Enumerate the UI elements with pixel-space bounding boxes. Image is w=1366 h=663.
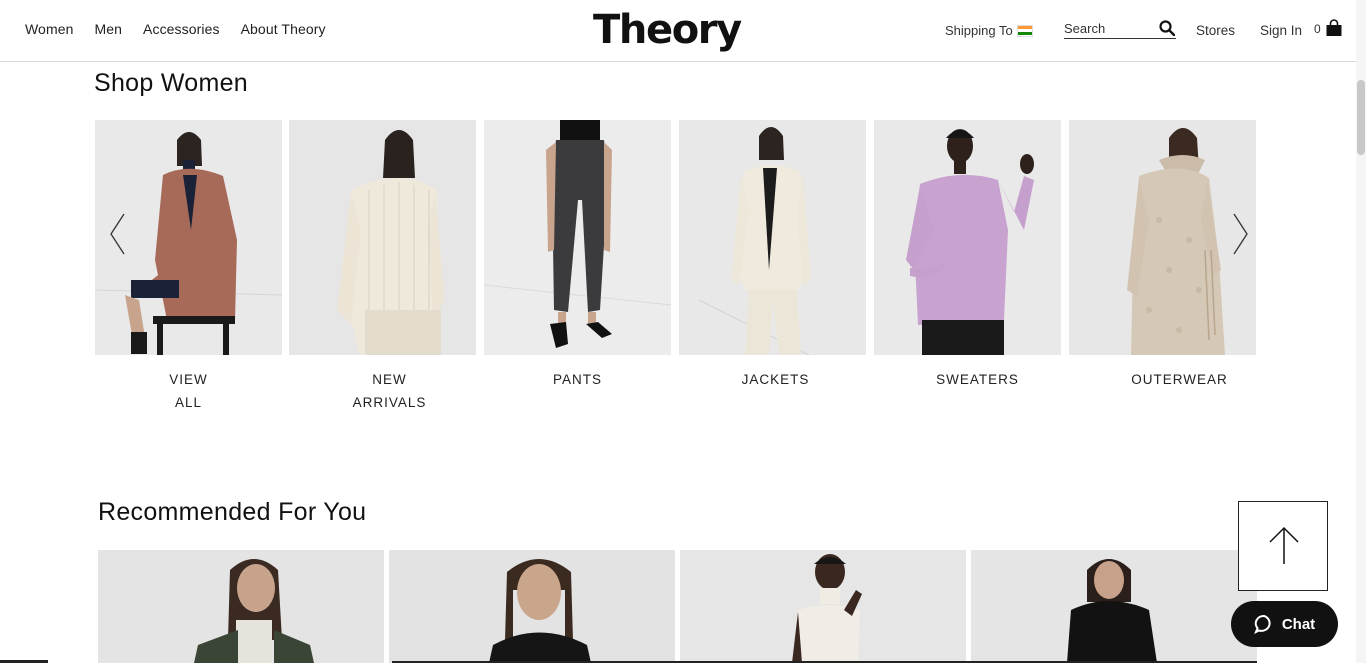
category-card-jackets[interactable]	[679, 120, 866, 355]
product-image	[971, 550, 1257, 663]
category-card-new-arrivals[interactable]	[289, 120, 476, 355]
category-label-new-arrivals[interactable]: NEW ARRIVALS	[296, 368, 483, 414]
model-image	[1069, 120, 1256, 355]
scrollbar-thumb[interactable]	[1357, 80, 1365, 155]
category-card-outerwear[interactable]	[1069, 120, 1256, 355]
nav-women[interactable]: Women	[25, 21, 73, 37]
back-to-top-button[interactable]	[1238, 501, 1328, 591]
model-image	[289, 120, 476, 355]
category-label-pants[interactable]: PANTS	[484, 368, 671, 391]
category-card-sweaters[interactable]	[874, 120, 1061, 355]
shopping-bag-icon[interactable]	[1325, 19, 1343, 37]
chat-bubble-icon	[1253, 614, 1271, 634]
nav-accessories[interactable]: Accessories	[143, 21, 220, 37]
shop-women-title: Shop Women	[94, 69, 249, 97]
arrow-up-icon	[1269, 526, 1299, 564]
search-icon[interactable]	[1159, 20, 1175, 36]
product-card[interactable]	[389, 550, 675, 663]
page-scrollbar[interactable]	[1356, 0, 1366, 663]
carousel-prev-arrow-icon[interactable]	[108, 212, 128, 256]
product-image	[680, 550, 966, 663]
model-image	[679, 120, 866, 355]
category-card-pants[interactable]	[484, 120, 671, 355]
search-input[interactable]	[1064, 21, 1156, 36]
carousel-next-arrow-icon[interactable]	[1230, 212, 1250, 256]
product-card[interactable]	[98, 550, 384, 663]
site-header: Women Men Accessories About Theory Theor…	[0, 0, 1356, 62]
shipping-label: Shipping To	[945, 23, 1013, 38]
category-label-jackets[interactable]: JACKETS	[682, 368, 869, 391]
recommended-title: Recommended For You	[98, 498, 367, 526]
product-image	[389, 550, 675, 663]
product-image	[98, 550, 384, 663]
cart-count: 0	[1314, 22, 1321, 36]
india-flag-icon	[1016, 24, 1033, 37]
sign-in-link[interactable]: Sign In	[1260, 23, 1302, 38]
category-carousel: VIEW ALL NEW ARRIVALS PANTS JACKETS SWEA…	[95, 120, 1256, 410]
product-card[interactable]	[971, 550, 1257, 663]
brand-logo[interactable]: Theory	[593, 7, 742, 53]
search-bar	[1064, 20, 1176, 39]
shipping-selector[interactable]: Shipping To	[945, 23, 1033, 38]
chat-label: Chat	[1281, 615, 1316, 633]
category-label-sweaters[interactable]: SWEATERS	[884, 368, 1071, 391]
category-label-outerwear[interactable]: OUTERWEAR	[1086, 368, 1273, 391]
main-nav: Women Men Accessories About Theory	[25, 21, 347, 37]
model-image	[484, 120, 671, 355]
chat-button[interactable]: Chat	[1231, 601, 1338, 647]
nav-men[interactable]: Men	[94, 21, 122, 37]
nav-about-theory[interactable]: About Theory	[241, 21, 326, 37]
model-image	[874, 120, 1061, 355]
product-card[interactable]	[680, 550, 966, 663]
category-label-view-all[interactable]: VIEW ALL	[95, 368, 282, 414]
stores-link[interactable]: Stores	[1196, 23, 1235, 38]
